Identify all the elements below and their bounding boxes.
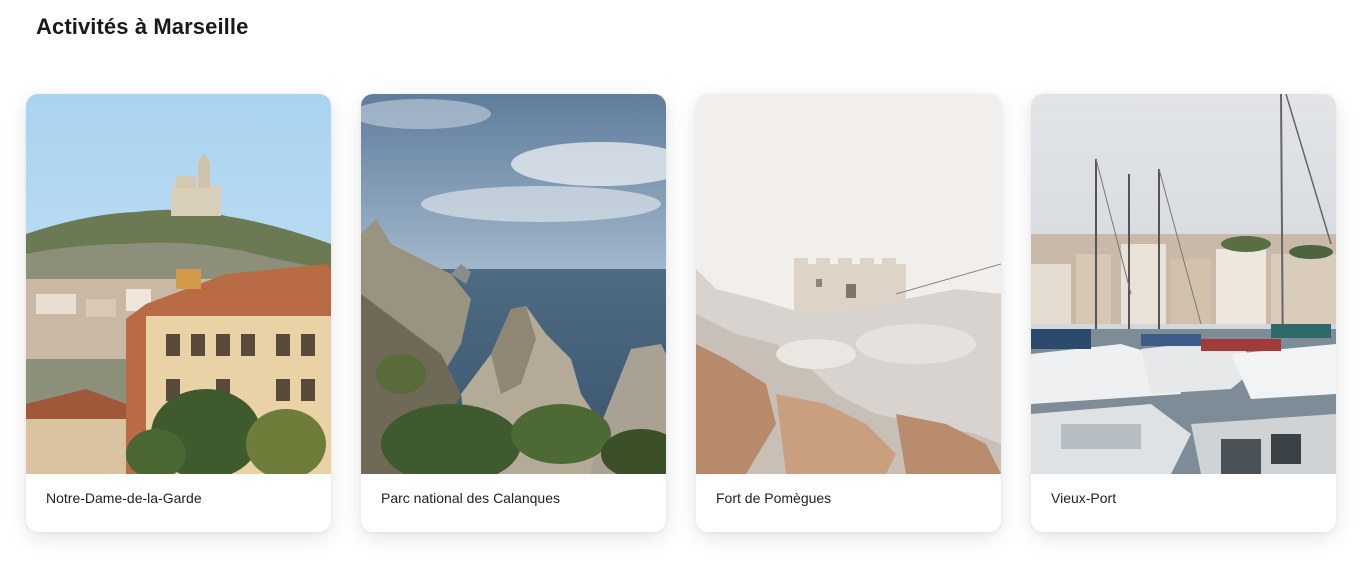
activity-card-fort-de-pomegues[interactable]: Fort de Pomègues [696,94,1001,532]
calanques-photo[interactable] [361,94,666,474]
vieux-port-photo[interactable] [1031,94,1336,474]
page-title: Activités à Marseille [36,14,249,39]
activity-card-parc-national-des-calanques[interactable]: Parc national des Calanques [361,94,666,532]
activity-card-label: Fort de Pomègues [716,490,832,506]
activity-card-notre-dame-de-la-garde[interactable]: Notre-Dame-de-la-Garde [26,94,331,532]
activity-card-list: Notre-Dame-de-la-Garde Parc national des… [26,94,1336,532]
activity-card-label: Vieux-Port [1051,490,1117,506]
activity-card-label: Notre-Dame-de-la-Garde [46,490,202,506]
activity-card-label: Parc national des Calanques [381,490,561,506]
notre-dame-de-la-garde-photo[interactable] [26,94,331,474]
activity-card-vieux-port[interactable]: Vieux-Port [1031,94,1336,532]
fort-de-pomegues-photo[interactable] [696,94,1001,474]
